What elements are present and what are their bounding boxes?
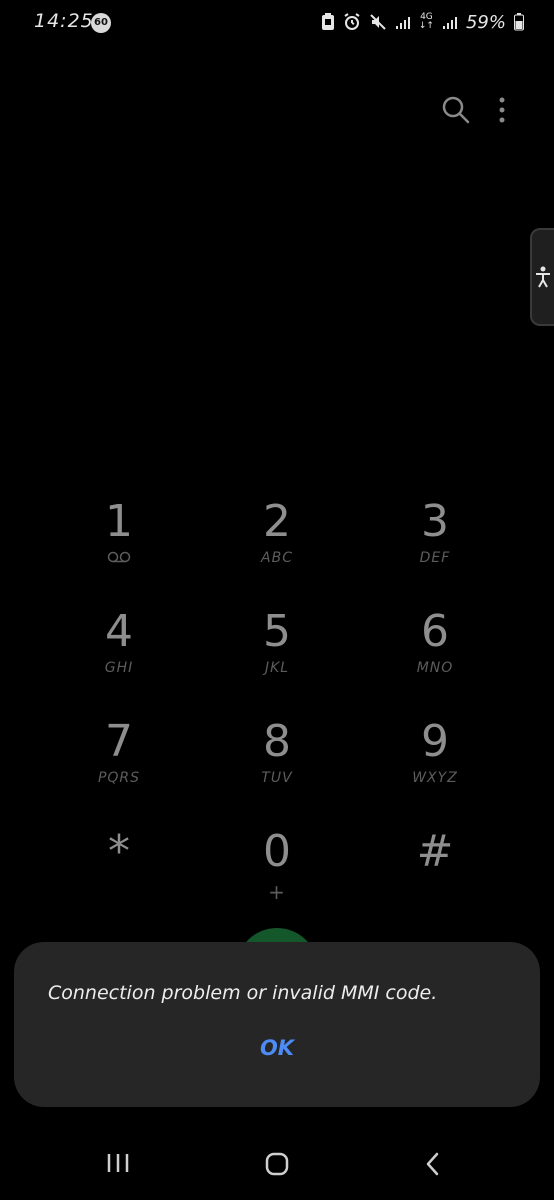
key-4[interactable]: 4 GHI [40, 602, 198, 712]
battery-percent: 59% [465, 11, 506, 33]
key-letters: GHI [104, 660, 134, 676]
key-digit: 6 [421, 606, 449, 657]
key-letters: JKL [264, 660, 290, 676]
mute-icon [369, 13, 387, 31]
key-digit: 8 [263, 716, 291, 767]
accessibility-icon [536, 266, 550, 288]
phone-screen: 14:25 60 4G ↓↑ 59% 1 2 ABC 3 DEF 4 GHI 5… [0, 0, 554, 1200]
more-options-button[interactable] [496, 94, 508, 130]
key-star[interactable]: * [40, 822, 198, 932]
home-icon [265, 1152, 289, 1176]
recents-button[interactable] [104, 1150, 132, 1176]
key-5[interactable]: 5 JKL [198, 602, 356, 712]
key-digit: 7 [105, 716, 133, 767]
mmi-error-dialog: Connection problem or invalid MMI code. … [14, 942, 540, 1107]
status-bar: 14:25 60 4G ↓↑ 59% [0, 0, 554, 48]
key-digit: * [108, 826, 130, 877]
key-hash[interactable]: # [356, 822, 514, 932]
navigation-bar [0, 1140, 554, 1190]
key-digit: 2 [263, 496, 291, 547]
key-digit: 1 [105, 496, 133, 547]
back-icon [426, 1152, 439, 1176]
more-vertical-icon [499, 97, 505, 123]
battery-icon [514, 13, 524, 31]
key-letters: MNO [416, 660, 454, 676]
back-button[interactable] [420, 1150, 446, 1178]
signal-icon-2 [442, 14, 458, 30]
key-1[interactable]: 1 [40, 492, 198, 602]
key-2[interactable]: 2 ABC [198, 492, 356, 602]
key-letters: + [268, 880, 286, 904]
key-digit: 5 [263, 606, 291, 657]
key-digit: 4 [105, 606, 133, 657]
alarm-icon [343, 13, 361, 31]
refresh-rate-badge: 60 [91, 13, 111, 33]
screenshot-icon [321, 13, 335, 31]
voicemail-icon [107, 548, 131, 566]
key-digit: 9 [421, 716, 449, 767]
home-button[interactable] [262, 1150, 292, 1178]
key-letters: DEF [419, 550, 451, 566]
key-letters: PQRS [97, 770, 141, 786]
key-letters: WXYZ [412, 770, 458, 786]
status-icons: 4G ↓↑ 59% [321, 9, 524, 35]
network-type-icon: 4G ↓↑ [418, 12, 434, 31]
key-3[interactable]: 3 DEF [356, 492, 514, 602]
key-7[interactable]: 7 PQRS [40, 712, 198, 822]
search-icon [442, 96, 470, 124]
key-8[interactable]: 8 TUV [198, 712, 356, 822]
key-digit: 0 [263, 826, 291, 877]
network-type-label: 4G [420, 12, 433, 22]
ok-button[interactable]: OK [14, 1036, 540, 1060]
dialog-message: Connection problem or invalid MMI code. [48, 982, 438, 1004]
search-button[interactable] [440, 94, 472, 130]
status-time: 14:25 [34, 10, 94, 32]
key-9[interactable]: 9 WXYZ [356, 712, 514, 822]
accessibility-edge-handle[interactable] [530, 228, 554, 326]
key-0[interactable]: 0 + [198, 822, 356, 932]
key-letters: TUV [261, 770, 293, 786]
dial-keypad: 1 2 ABC 3 DEF 4 GHI 5 JKL 6 MNO 7 PQRS 8… [40, 492, 512, 932]
key-6[interactable]: 6 MNO [356, 602, 514, 712]
key-digit: 3 [421, 496, 449, 547]
recents-icon [107, 1154, 129, 1172]
signal-icon [395, 14, 411, 30]
key-letters: ABC [261, 550, 293, 566]
key-digit: # [416, 826, 454, 877]
